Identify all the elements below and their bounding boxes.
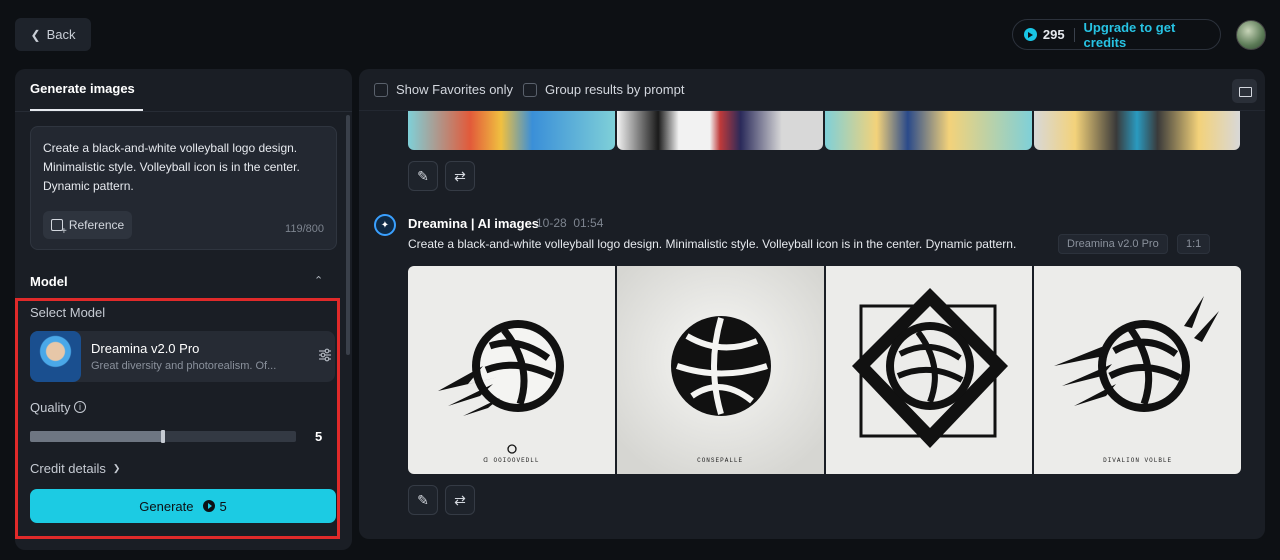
edit-button[interactable]: ✎ — [408, 485, 438, 515]
result-clock: 01:54 — [573, 216, 604, 230]
pencil-icon: ✎ — [417, 491, 429, 508]
previous-results-row — [408, 111, 1240, 150]
repeat-icon: ⇄ — [454, 167, 466, 184]
chevron-up-icon[interactable]: ⌃ — [314, 274, 323, 287]
group-by-prompt-filter[interactable]: Group results by prompt — [523, 82, 684, 97]
generated-image-2[interactable]: CONSEPALLE — [616, 266, 824, 474]
favorites-label: Show Favorites only — [396, 82, 514, 97]
char-count: 119/800 — [285, 223, 324, 235]
volleyball-logo-icon — [1054, 296, 1220, 412]
previous-image[interactable] — [408, 111, 615, 150]
credit-coin-icon — [1024, 28, 1037, 41]
edit-button[interactable]: ✎ — [408, 161, 438, 191]
credits-count: 295 — [1042, 27, 1065, 42]
regenerate-button[interactable]: ⇄ — [445, 485, 475, 515]
generated-image-1[interactable]: ᗡ OOIOOVEDLL — [408, 266, 615, 474]
prompt-text[interactable]: Create a black-and-white volleyball logo… — [43, 139, 328, 196]
upgrade-link[interactable]: Upgrade to get credits — [1084, 20, 1220, 50]
prompt-input[interactable]: Create a black-and-white volleyball logo… — [30, 126, 337, 250]
volleyball-logo-icon — [438, 320, 564, 454]
repeat-icon: ⇄ — [454, 491, 466, 508]
regenerate-button[interactable]: ⇄ — [445, 161, 475, 191]
result-date: 10-28 — [536, 216, 567, 230]
previous-image[interactable] — [1033, 111, 1240, 150]
show-favorites-filter[interactable]: Show Favorites only — [374, 82, 513, 97]
user-avatar[interactable] — [1236, 20, 1266, 50]
generated-image-3[interactable] — [825, 266, 1033, 474]
result-prompt: Create a black-and-white volleyball logo… — [408, 237, 1017, 251]
annotation-highlight-box — [15, 298, 340, 539]
result-images: ᗡ OOIOOVEDLL CONSEPALLE DIVALION VOLBLE — [408, 266, 1241, 474]
chevron-left-icon: ❮ — [30, 27, 41, 42]
model-section-title: Model — [30, 274, 68, 289]
pill-divider — [1073, 27, 1075, 42]
back-button[interactable]: ❮ Back — [15, 18, 91, 51]
image-caption: ᗡ OOIOOVEDLL — [483, 457, 540, 464]
add-image-icon — [50, 219, 67, 237]
folder-icon[interactable] — [1232, 79, 1257, 103]
generated-image-4[interactable]: DIVALION VOLBLE — [1034, 266, 1241, 474]
pencil-icon: ✎ — [417, 167, 429, 184]
reference-label: Reference — [68, 218, 125, 232]
volleyball-logo-icon — [851, 288, 1008, 448]
result-author: Dreamina | AI images — [408, 216, 540, 231]
image-caption: DIVALION VOLBLE — [1103, 457, 1173, 464]
results-panel: Show Favorites only Group results by pro… — [359, 69, 1265, 539]
credits-pill[interactable]: 295 Upgrade to get credits — [1012, 19, 1221, 50]
panel-scrollbar[interactable] — [346, 115, 350, 355]
image-caption: CONSEPALLE — [697, 457, 744, 464]
result-timestamp: 10-28 01:54 — [536, 216, 603, 230]
tab-divider — [15, 111, 352, 112]
reference-button[interactable]: Reference — [43, 211, 132, 239]
group-checkbox[interactable] — [523, 82, 537, 97]
previous-image[interactable] — [616, 111, 823, 150]
dreamina-logo-icon: ✦ — [374, 214, 396, 236]
volleyball-logo-icon — [670, 316, 771, 416]
model-tag: Dreamina v2.0 Pro — [1058, 234, 1168, 254]
group-label: Group results by prompt — [545, 82, 685, 97]
favorites-checkbox[interactable] — [374, 82, 388, 97]
back-label: Back — [46, 27, 76, 42]
tab-generate-images[interactable]: Generate images — [30, 81, 135, 96]
ratio-tag: 1:1 — [1177, 234, 1211, 254]
previous-image[interactable] — [825, 111, 1032, 150]
